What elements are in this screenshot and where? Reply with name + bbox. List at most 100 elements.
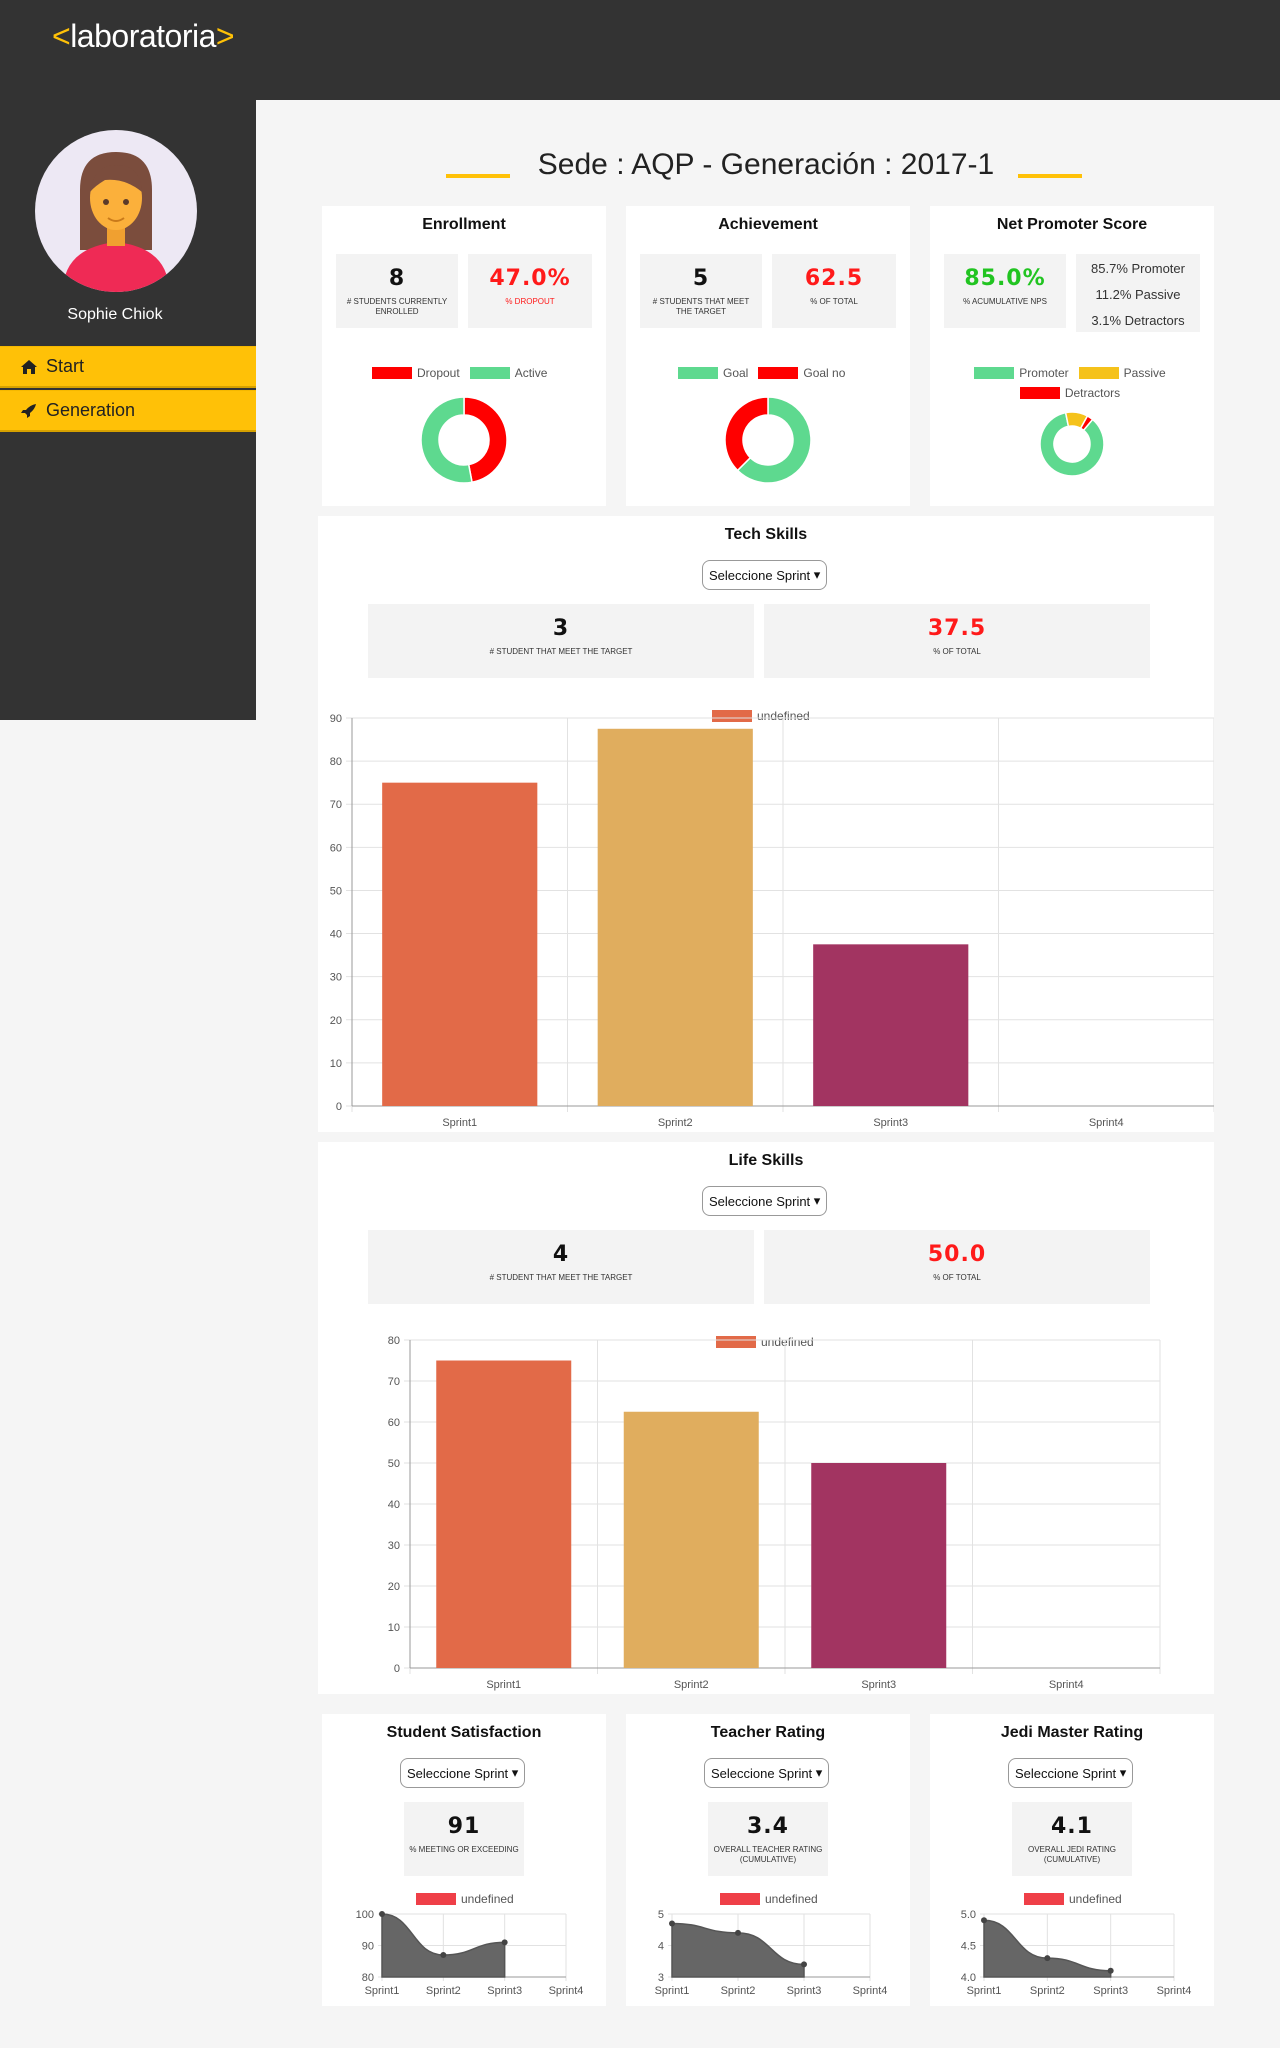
x-tick-label: Sprint4 — [1089, 1117, 1124, 1129]
y-tick-label: 30 — [388, 1540, 400, 1552]
tech-pct-stat: 37.5 % OF TOTAL — [764, 604, 1150, 678]
x-tick-label: Sprint3 — [1093, 1985, 1128, 1997]
legend-label: Dropout — [417, 366, 460, 380]
x-tick-label: Sprint2 — [1030, 1985, 1065, 1997]
bar-sprint1 — [436, 1360, 572, 1668]
x-tick-label: Sprint4 — [1157, 1985, 1192, 1997]
caret-down-icon: ▾ — [511, 1765, 519, 1780]
x-tick-label: Sprint4 — [1049, 1679, 1084, 1691]
x-tick-label: Sprint3 — [787, 1985, 822, 1997]
y-tick-label: 40 — [330, 929, 342, 941]
legend-label: Detractors — [1064, 386, 1121, 400]
y-tick-label: 20 — [330, 1015, 342, 1027]
satisfaction-sprint-select[interactable]: Seleccione Sprint ▾ — [400, 1758, 526, 1788]
y-tick-label: 50 — [330, 885, 342, 897]
y-tick-label: 90 — [330, 713, 342, 725]
tech-pct-label: % OF TOTAL — [933, 647, 981, 656]
x-tick-label: Sprint3 — [861, 1679, 896, 1691]
life-meet-value: 4 — [552, 1242, 570, 1267]
life-pct-label: % OF TOTAL — [933, 1273, 981, 1282]
legend-swatch — [416, 1893, 456, 1905]
legend-label: undefined — [1069, 1892, 1122, 1906]
legend-item-goal[interactable]: Goal — [678, 366, 748, 380]
tech-pct-value: 37.5 — [927, 616, 987, 641]
legend-label: Goal no — [803, 366, 846, 380]
satisfaction-area-chart: undefined 80 90 100 Sprint1 Sprint2 Sprint3 Spr… — [356, 1892, 584, 1997]
caret-down-icon: ▾ — [1119, 1765, 1127, 1780]
teacher-label: OVERALL TEACHER RATING (CUMULATIVE) — [713, 1845, 823, 1864]
nav-start-label: Start — [46, 356, 85, 376]
pct-total-stat: 62.5 % OF TOTAL — [772, 254, 896, 328]
x-tick-label: Sprint2 — [721, 1985, 756, 1997]
legend-swatch — [1024, 1893, 1064, 1905]
tech-meet-label: # STUDENT THAT MEET THE TARGET — [489, 647, 633, 656]
tech-bar-chart: undefined0102030405060708090Sprint1 Sprin… — [330, 709, 1214, 1129]
data-point — [501, 1939, 508, 1946]
jedi-card: Jedi Master Rating Seleccione Sprint ▾ 4… — [930, 1714, 1214, 2006]
y-tick-label: 4.5 — [961, 1941, 976, 1953]
bar-sprint3 — [811, 1463, 947, 1668]
teacher-stat: 3.4 OVERALL TEACHER RATING (CUMULATIVE) — [708, 1802, 828, 1876]
select-label: Seleccione Sprint — [711, 1765, 813, 1781]
life-meet-stat: 4 # STUDENT THAT MEET THE TARGET — [368, 1230, 754, 1304]
life-bar-chart: undefined 0 10 20 30 40 50 60 70 80 Sprint1 Sprint2… — [388, 1335, 1161, 1691]
y-tick-label: 10 — [330, 1058, 342, 1070]
legend-swatch — [716, 1336, 756, 1348]
x-tick-label: Sprint1 — [365, 1985, 400, 1997]
legend-item-detractors[interactable]: Detractors — [1019, 386, 1121, 400]
life-meet-label: # STUDENT THAT MEET THE TARGET — [489, 1273, 633, 1282]
nps-detractors-text: 3.1% Detractors — [1091, 313, 1185, 328]
y-tick-label: 100 — [356, 1909, 374, 1921]
legend-swatch — [712, 710, 752, 722]
bar-sprint2 — [623, 1411, 759, 1668]
achievement-card: Achievement 5 # STUDENTS THAT MEET THE T… — [626, 206, 910, 506]
life-sprint-select[interactable]: Seleccione Sprint ▾ — [702, 1186, 828, 1216]
logo-bracket-close: > — [215, 18, 235, 54]
jedi-area-chart: undefined 4.0 4.5 5.0 Sprint1 Sprint2 Sprint3 S… — [961, 1892, 1192, 1997]
teacher-sprint-select[interactable]: Seleccione Sprint ▾ — [704, 1758, 830, 1788]
x-tick-label: Sprint1 — [486, 1679, 521, 1691]
x-tick-label: Sprint2 — [658, 1117, 693, 1129]
legend-item-dropout[interactable]: Dropout — [372, 366, 460, 380]
legend-item-goal-no[interactable]: Goal no — [758, 366, 845, 380]
bar-sprint3 — [813, 944, 969, 1106]
nav-generation-label: Generation — [46, 400, 136, 420]
rocket-icon — [21, 403, 36, 418]
satisfaction-title: Student Satisfaction — [386, 1724, 542, 1741]
data-point — [1044, 1955, 1051, 1962]
teacher-title: Teacher Rating — [710, 1724, 826, 1741]
legend-item-passive[interactable]: Passive — [1078, 366, 1166, 380]
donut-slice-goal-no — [724, 396, 769, 472]
y-tick-label: 90 — [362, 1941, 374, 1953]
select-label: Seleccione Sprint — [1015, 1765, 1117, 1781]
legend-item-promoter[interactable]: Promoter — [974, 366, 1069, 380]
enrolled-stat: 8 # STUDENTS CURRENTLY ENROLLED — [336, 254, 458, 328]
nav-generation[interactable]: Generation — [0, 390, 256, 432]
teacher-value: 3.4 — [747, 1814, 789, 1839]
tech-skills-card: Tech Skills Seleccione Sprint ▾ 3 # STUD… — [318, 516, 1214, 1132]
legend-item-active[interactable]: Active — [469, 366, 547, 380]
laboratoria-logo[interactable]: <laboratoria> — [52, 18, 235, 55]
dropout-label: % DROPOUT — [505, 297, 555, 306]
nav-start[interactable]: Start — [0, 346, 256, 388]
pct-total-value: 62.5 — [804, 266, 864, 291]
x-tick-label: Sprint1 — [442, 1117, 477, 1129]
legend-swatch — [1019, 387, 1060, 399]
donut-slice-dropout — [463, 396, 508, 484]
nps-stat: 85.0% % ACUMULATIVE NPS — [944, 254, 1066, 328]
legend-label: undefined — [461, 1892, 514, 1906]
home-icon — [21, 359, 37, 374]
enrollment-legend: Dropout Active — [372, 366, 557, 380]
caret-down-icon: ▾ — [815, 1765, 823, 1780]
donut-slice-active — [420, 396, 473, 484]
x-tick-label: Sprint1 — [967, 1985, 1002, 1997]
tech-sprint-select[interactable]: Seleccione Sprint ▾ — [702, 560, 828, 590]
jedi-sprint-select[interactable]: Seleccione Sprint ▾ — [1008, 1758, 1134, 1788]
x-tick-label: Sprint1 — [655, 1985, 690, 1997]
enrolled-label: # STUDENTS CURRENTLY ENROLLED — [346, 297, 448, 316]
y-tick-label: 80 — [362, 1972, 374, 1984]
legend-label: Promoter — [1019, 366, 1069, 380]
legend-swatch — [372, 367, 412, 379]
data-point — [440, 1951, 447, 1958]
meet-target-value: 5 — [692, 266, 710, 291]
